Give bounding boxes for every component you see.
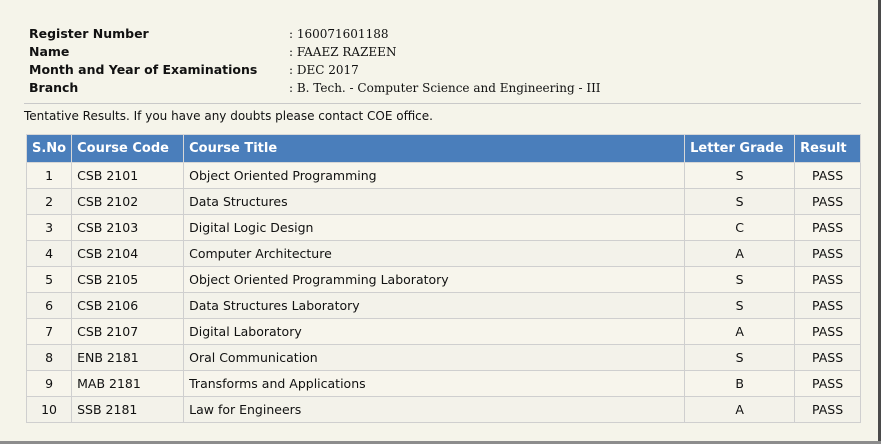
header-sno: S.No	[25, 134, 73, 163]
header-result: Result	[794, 134, 861, 163]
table-row: 9 MAB 2181 Transforms and Applications B…	[25, 370, 861, 397]
branch-row: Branch : B. Tech. - Computer Science and…	[29, 79, 601, 97]
cell-course-code: CSB 2105	[71, 266, 185, 293]
cell-course-code: CSB 2104	[71, 240, 185, 267]
cell-course-code: CSB 2103	[71, 214, 185, 241]
table-row: 8 ENB 2181 Oral Communication S PASS	[25, 344, 861, 371]
cell-course-title: Digital Laboratory	[183, 318, 686, 345]
header-course-title: Course Title	[183, 134, 686, 163]
branch-value: : B. Tech. - Computer Science and Engine…	[289, 81, 601, 95]
cell-sno: 7	[25, 318, 73, 345]
student-info: Register Number : 160071601188 Name : FA…	[29, 25, 601, 97]
cell-letter-grade: S	[684, 162, 796, 189]
cell-sno: 4	[25, 240, 73, 267]
cell-sno: 8	[25, 344, 73, 371]
cell-result: PASS	[794, 266, 861, 293]
cell-course-title: Data Structures	[183, 188, 686, 215]
cell-letter-grade: A	[684, 318, 796, 345]
exam-row: Month and Year of Examinations : DEC 201…	[29, 61, 601, 79]
name-value: : FAAEZ RAZEEN	[289, 45, 397, 59]
cell-result: PASS	[794, 162, 861, 189]
header-letter-grade: Letter Grade	[684, 134, 796, 163]
cell-course-code: ENB 2181	[71, 344, 185, 371]
cell-letter-grade: A	[684, 240, 796, 267]
cell-course-code: CSB 2101	[71, 162, 185, 189]
exam-value: : DEC 2017	[289, 63, 359, 77]
cell-result: PASS	[794, 292, 861, 319]
cell-letter-grade: S	[684, 188, 796, 215]
cell-result: PASS	[794, 318, 861, 345]
register-row: Register Number : 160071601188	[29, 25, 601, 43]
table-row: 2 CSB 2102 Data Structures S PASS	[25, 188, 861, 215]
cell-sno: 1	[25, 162, 73, 189]
cell-sno: 10	[25, 396, 73, 423]
cell-sno: 9	[25, 370, 73, 397]
cell-course-code: MAB 2181	[71, 370, 185, 397]
exam-label: Month and Year of Examinations	[29, 62, 258, 77]
table-row: 7 CSB 2107 Digital Laboratory A PASS	[25, 318, 861, 345]
cell-letter-grade: C	[684, 214, 796, 241]
cell-course-title: Object Oriented Programming Laboratory	[183, 266, 686, 293]
name-row: Name : FAAEZ RAZEEN	[29, 43, 601, 61]
cell-letter-grade: S	[684, 266, 796, 293]
cell-result: PASS	[794, 214, 861, 241]
cell-result: PASS	[794, 396, 861, 423]
register-number-label: Register Number	[29, 26, 149, 41]
cell-result: PASS	[794, 344, 861, 371]
table-row: 10 SSB 2181 Law for Engineers A PASS	[25, 396, 861, 423]
cell-course-code: CSB 2102	[71, 188, 185, 215]
cell-course-title: Oral Communication	[183, 344, 686, 371]
cell-sno: 6	[25, 292, 73, 319]
table-header-row: S.No Course Code Course Title Letter Gra…	[25, 134, 861, 163]
header-course-code: Course Code	[71, 134, 185, 163]
cell-result: PASS	[794, 240, 861, 267]
table-row: 1 CSB 2101 Object Oriented Programming S…	[25, 162, 861, 189]
cell-letter-grade: S	[684, 344, 796, 371]
table-row: 5 CSB 2105 Object Oriented Programming L…	[25, 266, 861, 293]
cell-sno: 2	[25, 188, 73, 215]
cell-sno: 5	[25, 266, 73, 293]
register-number-value: : 160071601188	[289, 27, 389, 41]
cell-course-title: Computer Architecture	[183, 240, 686, 267]
cell-result: PASS	[794, 188, 861, 215]
results-table: S.No Course Code Course Title Letter Gra…	[25, 134, 861, 423]
cell-course-code: SSB 2181	[71, 396, 185, 423]
table-row: 4 CSB 2104 Computer Architecture A PASS	[25, 240, 861, 267]
cell-sno: 3	[25, 214, 73, 241]
divider	[24, 103, 861, 104]
cell-letter-grade: B	[684, 370, 796, 397]
table-row: 6 CSB 2106 Data Structures Laboratory S …	[25, 292, 861, 319]
tentative-note: Tentative Results. If you have any doubt…	[24, 109, 433, 123]
cell-course-title: Data Structures Laboratory	[183, 292, 686, 319]
cell-letter-grade: S	[684, 292, 796, 319]
branch-label: Branch	[29, 80, 79, 95]
cell-course-title: Law for Engineers	[183, 396, 686, 423]
cell-course-code: CSB 2107	[71, 318, 185, 345]
cell-course-title: Transforms and Applications	[183, 370, 686, 397]
name-label: Name	[29, 44, 70, 59]
cell-result: PASS	[794, 370, 861, 397]
cell-letter-grade: A	[684, 396, 796, 423]
table-row: 3 CSB 2103 Digital Logic Design C PASS	[25, 214, 861, 241]
cell-course-title: Object Oriented Programming	[183, 162, 686, 189]
cell-course-title: Digital Logic Design	[183, 214, 686, 241]
cell-course-code: CSB 2106	[71, 292, 185, 319]
